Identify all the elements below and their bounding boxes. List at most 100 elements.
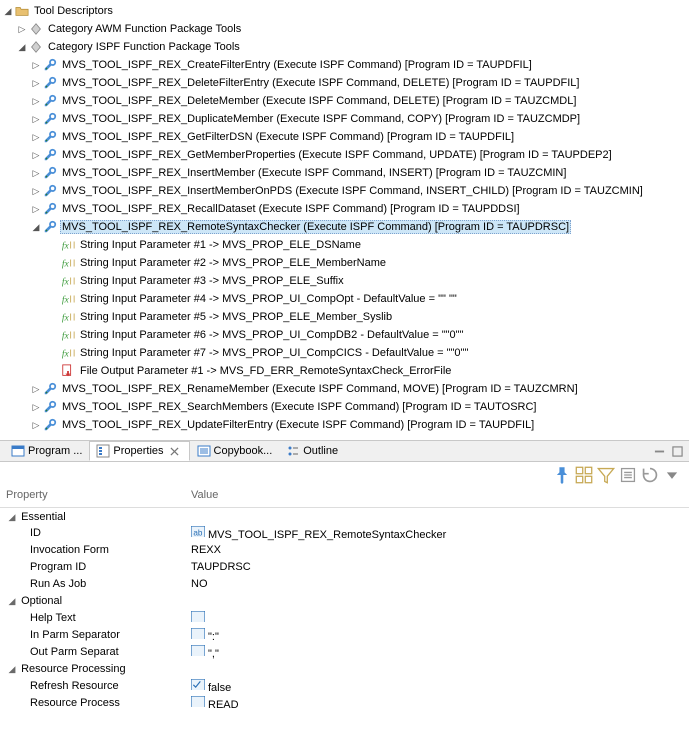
enum-value-icon	[191, 696, 205, 708]
tree-root[interactable]: ◢ Tool Descriptors	[0, 2, 689, 20]
prop-row[interactable]: Invocation Form REXX	[0, 542, 689, 559]
expand-icon[interactable]: ▷	[30, 95, 42, 107]
filter-icon[interactable]	[597, 466, 615, 484]
view-menu-icon[interactable]	[663, 466, 681, 484]
tab-label: Properties	[113, 445, 163, 457]
wrench-icon	[42, 381, 58, 397]
expand-icon[interactable]: ▷	[30, 149, 42, 161]
tree-param[interactable]: ▷fxString Input Parameter #2 -> MVS_PROP…	[0, 254, 689, 272]
svg-text:fx: fx	[62, 277, 70, 288]
tree-category[interactable]: ◢ Category ISPF Function Package Tools	[0, 38, 689, 56]
expand-icon[interactable]: ▷	[30, 419, 42, 431]
prop-value[interactable]: READ	[185, 695, 689, 712]
pin-icon[interactable]	[553, 466, 571, 484]
expand-icon[interactable]: ◢	[16, 41, 28, 53]
column-header-value[interactable]: Value	[185, 486, 689, 508]
prop-row[interactable]: Run As Job NO	[0, 576, 689, 593]
tree-tool[interactable]: ▷MVS_TOOL_ISPF_REX_DuplicateMember (Exec…	[0, 110, 689, 128]
column-header-property[interactable]: Property	[0, 486, 185, 508]
prop-row[interactable]: ID abMVS_TOOL_ISPF_REX_RemoteSyntaxCheck…	[0, 525, 689, 542]
tree-param[interactable]: ▷fxString Input Parameter #3 -> MVS_PROP…	[0, 272, 689, 290]
wrench-icon	[42, 183, 58, 199]
tree-tool[interactable]: ▷MVS_TOOL_ISPF_REX_GetFilterDSN (Execute…	[0, 128, 689, 146]
wrench-icon	[42, 111, 58, 127]
tree-tool[interactable]: ▷MVS_TOOL_ISPF_REX_SearchMembers (Execut…	[0, 398, 689, 416]
prop-value[interactable]: REXX	[185, 542, 689, 559]
expand-icon[interactable]: ▷	[16, 23, 28, 35]
tree-tool[interactable]: ▷MVS_TOOL_ISPF_REX_RecallDataset (Execut…	[0, 200, 689, 218]
prop-value[interactable]: ","	[185, 644, 689, 661]
group-optional[interactable]: ◢ Optional	[0, 593, 689, 610]
tree-tool[interactable]: ▷MVS_TOOL_ISPF_REX_GetMemberProperties (…	[0, 146, 689, 164]
expand-icon[interactable]: ◢	[30, 221, 42, 233]
tree-tool[interactable]: ▷MVS_TOOL_ISPF_REX_UpdateFilterEntry (Ex…	[0, 416, 689, 434]
show-advanced-icon[interactable]	[619, 466, 637, 484]
properties-toolbar	[0, 462, 689, 486]
tree-tool[interactable]: ▷ MVS_TOOL_ISPF_REX_RenameMember (Execute…	[0, 380, 689, 398]
tree-param[interactable]: ▷fxString Input Parameter #1 -> MVS_PROP…	[0, 236, 689, 254]
tab-program[interactable]: Program ...	[4, 441, 89, 461]
prop-key: Invocation Form	[0, 542, 185, 559]
text-value-icon	[191, 645, 205, 657]
string-param-icon: fx	[60, 237, 76, 253]
wrench-icon	[42, 399, 58, 415]
expand-icon[interactable]: ▷	[30, 131, 42, 143]
properties-table[interactable]: Property Value ◢ Essential ID abMVS_TOOL…	[0, 486, 689, 712]
string-param-icon: fx	[60, 291, 76, 307]
tab-label: Outline	[303, 445, 338, 457]
prop-row[interactable]: Help Text	[0, 610, 689, 627]
tab-outline[interactable]: Outline	[279, 441, 345, 461]
tree-param[interactable]: ▷fxString Input Parameter #6 -> MVS_PROP…	[0, 326, 689, 344]
tree-param-file[interactable]: ▷ File Output Parameter #1 -> MVS_FD_ERR…	[0, 362, 689, 380]
tree-tool[interactable]: ▷ MVS_TOOL_ISPF_REX_DeleteFilterEntry (Ex…	[0, 74, 689, 92]
prop-value[interactable]: TAUPDRSC	[185, 559, 689, 576]
expand-icon[interactable]: ▷	[30, 59, 42, 71]
expand-icon[interactable]: ▷	[30, 167, 42, 179]
group-resource-processing[interactable]: ◢ Resource Processing	[0, 661, 689, 678]
tree-view[interactable]: ◢ Tool Descriptors ▷ Category AWM Functi…	[0, 0, 689, 440]
prop-row[interactable]: Program ID TAUPDRSC	[0, 559, 689, 576]
prop-row[interactable]: Resource Process READ	[0, 695, 689, 712]
prop-row[interactable]: Out Parm Separat ","	[0, 644, 689, 661]
tab-properties[interactable]: Properties	[89, 441, 189, 461]
categories-icon[interactable]	[575, 466, 593, 484]
tree-tool[interactable]: ▷MVS_TOOL_ISPF_REX_DeleteMember (Execute…	[0, 92, 689, 110]
tree-tool[interactable]: ▷MVS_TOOL_ISPF_REX_InsertMember (Execute…	[0, 164, 689, 182]
prop-key: ID	[0, 525, 185, 542]
tree-param[interactable]: ▷fxString Input Parameter #5 -> MVS_PROP…	[0, 308, 689, 326]
expand-icon[interactable]: ▷	[30, 401, 42, 413]
prop-key: Program ID	[0, 559, 185, 576]
tree-param[interactable]: ▷fxString Input Parameter #4 -> MVS_PROP…	[0, 290, 689, 308]
prop-key: Help Text	[0, 610, 185, 627]
tree-label: MVS_TOOL_ISPF_REX_RenameMember (Execute …	[60, 383, 578, 395]
expand-icon[interactable]: ▷	[30, 185, 42, 197]
tab-copybook[interactable]: Copybook...	[190, 441, 280, 461]
tree-tool-selected[interactable]: ◢ MVS_TOOL_ISPF_REX_RemoteSyntaxChecker …	[0, 218, 689, 236]
minimize-icon[interactable]	[651, 443, 667, 459]
tree-label: String Input Parameter #3 -> MVS_PROP_EL…	[78, 275, 344, 287]
tree-tool[interactable]: ▷MVS_TOOL_ISPF_REX_CreateFilterEntry (Ex…	[0, 56, 689, 74]
group-essential[interactable]: ◢ Essential	[0, 508, 689, 525]
prop-value[interactable]: false	[185, 678, 689, 695]
expand-icon[interactable]: ▷	[30, 113, 42, 125]
expand-icon[interactable]: ▷	[30, 77, 42, 89]
tree-label: MVS_TOOL_ISPF_REX_InsertMemberOnPDS (Exe…	[60, 185, 643, 197]
properties-icon	[96, 444, 110, 458]
tree-tool[interactable]: ▷ MVS_TOOL_ISPF_REX_InsertMemberOnPDS (Ex…	[0, 182, 689, 200]
maximize-icon[interactable]	[669, 443, 685, 459]
prop-row[interactable]: Refresh Resource false	[0, 678, 689, 695]
tree-label: MVS_TOOL_ISPF_REX_DeleteFilterEntry (Exe…	[60, 77, 579, 89]
tree-category[interactable]: ▷ Category AWM Function Package Tools	[0, 20, 689, 38]
tree-param[interactable]: ▷fxString Input Parameter #7 -> MVS_PROP…	[0, 344, 689, 362]
prop-value[interactable]: abMVS_TOOL_ISPF_REX_RemoteSyntaxChecker	[185, 525, 689, 542]
expand-icon[interactable]: ▷	[30, 203, 42, 215]
restore-default-icon[interactable]	[641, 466, 659, 484]
prop-value[interactable]: ":"	[185, 627, 689, 644]
tree-label: Category AWM Function Package Tools	[46, 23, 241, 35]
prop-row[interactable]: In Parm Separator ":"	[0, 627, 689, 644]
close-icon[interactable]	[167, 443, 183, 459]
prop-value[interactable]	[185, 610, 689, 627]
expand-icon[interactable]: ◢	[2, 5, 14, 17]
expand-icon[interactable]: ▷	[30, 383, 42, 395]
prop-value[interactable]: NO	[185, 576, 689, 593]
